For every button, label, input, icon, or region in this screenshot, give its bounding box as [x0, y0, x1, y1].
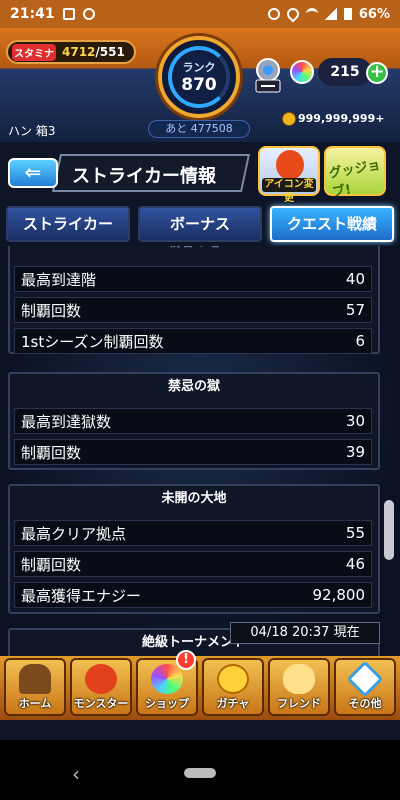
other-icon — [346, 660, 384, 698]
row-forbidden-clears: 制覇回数 39 — [14, 439, 372, 465]
row-value: 6 — [355, 332, 365, 350]
row-frontier-best-base: 最高クリア拠点 55 — [14, 520, 372, 546]
rank-badge[interactable]: ランク 870 — [158, 36, 240, 118]
row-label: 1stシーズン制覇回数 — [21, 332, 164, 351]
monster-icon — [85, 664, 117, 694]
battery-icon — [343, 8, 352, 20]
quest-record-list[interactable]: 覇者の塔 最高到達階 40 制覇回数 57 1stシーズン制覇回数 6 禁忌の獄… — [0, 246, 400, 656]
row-value: 57 — [345, 301, 365, 319]
app-screen: 21:41 66% スタミナ 4712 /551 ランク 870 あと 4775… — [0, 0, 400, 800]
section-tower-header: 覇者の塔 — [8, 246, 380, 254]
gacha-icon — [217, 664, 249, 694]
tab-bonus[interactable]: ボーナス — [138, 206, 262, 242]
nav-friend-label: フレンド — [277, 697, 321, 710]
nav-monster-label: モンスター — [73, 697, 129, 710]
username: ハン 箱3 — [8, 124, 56, 138]
nav-monster[interactable]: モンスター — [70, 658, 132, 716]
nav-gacha-label: ガチャ — [216, 697, 250, 710]
location-icon — [284, 5, 302, 23]
scrollbar-thumb[interactable] — [384, 500, 394, 560]
page-title: ストライカー情報 — [72, 166, 216, 187]
row-forbidden-highest: 最高到達獄数 30 — [14, 408, 372, 434]
stamina-value: 4712 — [62, 45, 96, 59]
goods-shop-button[interactable]: グッジョブ! — [324, 146, 386, 200]
orb-icon — [290, 60, 314, 84]
signal-icon — [324, 8, 337, 20]
change-icon-button[interactable]: アイコン変更 — [258, 146, 320, 204]
rank-value: 870 — [181, 75, 217, 95]
shop-orb-icon — [151, 664, 183, 694]
notification-icon — [82, 8, 95, 20]
row-label: 最高到達階 — [21, 270, 97, 289]
nav-other[interactable]: その他 — [334, 658, 396, 716]
tab-quest-record[interactable]: クエスト戦績 — [270, 206, 394, 242]
next-exp: あと 477508 — [148, 120, 250, 138]
nav-shop-label: ショップ — [145, 697, 189, 710]
row-value: 92,800 — [312, 586, 366, 604]
home-icon — [19, 664, 51, 694]
row-frontier-energy: 最高獲得エナジー 92,800 — [14, 582, 372, 608]
stamina-max: /551 — [95, 45, 125, 59]
wifi-icon — [305, 8, 318, 20]
tab-bar: ストライカー ボーナス クエスト戦績 — [0, 206, 400, 246]
shop-notification-badge: ! — [176, 650, 196, 670]
row-value: 55 — [345, 524, 365, 542]
section-frontier-header: 未開の大地 — [161, 491, 227, 506]
bottom-nav: ホーム モンスター ショップ ガチャ フレンド その他 — [0, 656, 400, 720]
nav-home[interactable]: ホーム — [4, 658, 66, 716]
goods-shop-label: グッジョブ! — [327, 157, 382, 201]
row-label: 制覇回数 — [21, 301, 82, 320]
nav-gacha[interactable]: ガチャ — [202, 658, 264, 716]
friend-icon — [283, 664, 315, 694]
coin-count: 999,999,999+ — [298, 112, 385, 125]
row-label: 最高クリア拠点 — [21, 524, 127, 543]
battery-percent: 66% — [358, 6, 390, 22]
status-time: 21:41 — [10, 6, 55, 22]
tab-striker[interactable]: ストライカー — [6, 206, 130, 242]
android-back-button[interactable]: ‹ — [72, 762, 80, 786]
change-icon-label: アイコン変更 — [262, 178, 316, 204]
back-button[interactable]: ⇐ — [8, 158, 58, 188]
row-value: 30 — [345, 412, 365, 430]
stamina-label: スタミナ — [12, 43, 56, 61]
nav-home-label: ホーム — [18, 697, 52, 710]
row-tower-clears: 制覇回数 57 — [14, 297, 372, 323]
row-tower-highest-floor: 最高到達階 40 — [14, 266, 372, 292]
row-value: 46 — [345, 555, 365, 573]
monster-face-icon — [276, 150, 304, 180]
row-label: 最高獲得エナジー — [21, 586, 142, 605]
status-bar: 21:41 66% — [0, 0, 400, 28]
coin-icon — [282, 112, 296, 126]
nav-friend[interactable]: フレンド — [268, 658, 330, 716]
row-label: 最高到達獄数 — [21, 412, 112, 431]
alarm-icon — [267, 8, 280, 20]
buy-orb-button[interactable]: + — [366, 62, 388, 84]
row-frontier-clears: 制覇回数 46 — [14, 551, 372, 577]
item-box-icon[interactable] — [252, 56, 284, 96]
orb-count: 215 — [318, 58, 372, 86]
nav-other-label: その他 — [348, 697, 382, 710]
row-label: 制覇回数 — [21, 555, 82, 574]
row-label: 制覇回数 — [21, 443, 82, 462]
row-tower-season-clears: 1stシーズン制覇回数 6 — [14, 328, 372, 354]
row-value: 39 — [345, 443, 365, 461]
android-home-button[interactable] — [184, 768, 216, 778]
rank-label: ランク — [182, 61, 216, 74]
gallery-icon — [62, 8, 75, 20]
row-value: 40 — [345, 270, 365, 288]
timestamp: 04/18 20:37 現在 — [230, 622, 380, 644]
stamina-bar: スタミナ 4712 /551 — [6, 40, 136, 64]
section-forbidden-header: 禁忌の獄 — [167, 379, 220, 394]
